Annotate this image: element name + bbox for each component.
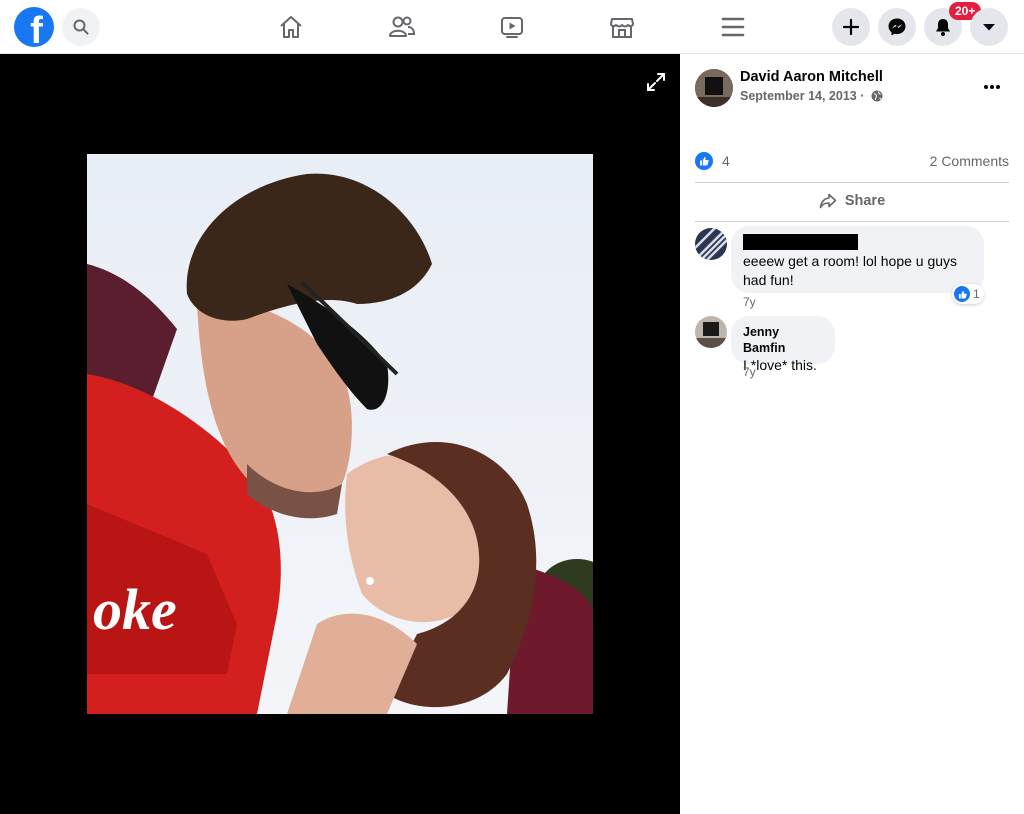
redacted-commenter-name: [743, 234, 858, 250]
like-reaction-icon: [695, 152, 713, 170]
globe-icon: [871, 90, 883, 102]
create-icon: [842, 18, 860, 36]
friends-tab[interactable]: [382, 8, 422, 46]
post-details-panel: David Aaron Mitchell September 14, 2013 …: [680, 54, 1024, 814]
like-reaction-icon: [954, 286, 970, 302]
share-label: Share: [844, 193, 886, 209]
home-icon: [280, 16, 302, 38]
logo-letter: f: [30, 10, 43, 47]
menu-tab[interactable]: [713, 8, 753, 46]
avatar-image: [695, 69, 733, 107]
svg-text:oke: oke: [93, 577, 177, 642]
menu-icon: [721, 17, 745, 37]
watch-tab[interactable]: [492, 8, 532, 46]
search-icon: [73, 19, 89, 35]
messenger-icon: [888, 18, 906, 36]
notifications-icon: [936, 19, 950, 36]
photo-viewer: oke: [0, 54, 680, 814]
account-dropdown-button[interactable]: [970, 8, 1008, 46]
reactions-summary[interactable]: 4: [695, 152, 730, 170]
avatar-image: [695, 316, 727, 348]
comment-bubble: Jenny Bamfin I *love* this.: [731, 316, 835, 373]
comment-text: eeeew get a room! lol hope u guys had fu…: [743, 253, 958, 288]
create-button[interactable]: [832, 8, 870, 46]
divider: [695, 221, 1009, 222]
comment-reaction-count[interactable]: 1: [952, 284, 984, 304]
reaction-count: 4: [722, 153, 730, 169]
facebook-logo[interactable]: f: [14, 7, 54, 47]
comment-timestamp[interactable]: 7y: [743, 365, 756, 379]
post-photo[interactable]: oke: [87, 154, 593, 714]
divider: [695, 182, 1009, 183]
commenter-name[interactable]: Jenny Bamfin: [743, 324, 823, 356]
more-options-icon: [984, 85, 1000, 89]
share-button[interactable]: Share: [695, 188, 1009, 214]
fullscreen-expand-icon[interactable]: [644, 70, 668, 94]
comment-timestamp[interactable]: 7y: [743, 295, 756, 309]
watch-icon: [501, 17, 523, 38]
avatar-image: [695, 228, 727, 260]
post-date-text[interactable]: September 14, 2013 ·: [740, 89, 864, 103]
top-navigation-bar: f 20+: [0, 0, 1024, 54]
share-icon: [819, 193, 837, 209]
more-options-button[interactable]: [978, 74, 1006, 98]
commenter-avatar[interactable]: [695, 228, 727, 260]
account-dropdown-icon: [983, 24, 995, 31]
marketplace-tab[interactable]: [602, 8, 642, 46]
commenter-avatar[interactable]: [695, 316, 727, 348]
author-name[interactable]: David Aaron Mitchell: [740, 69, 883, 85]
friends-icon: [389, 16, 416, 37]
post-date: September 14, 2013 ·: [740, 89, 883, 103]
comment-like-count: 1: [973, 287, 980, 301]
marketplace-icon: [610, 18, 634, 38]
search-button[interactable]: [62, 8, 100, 46]
photo-illustration: oke: [87, 154, 593, 714]
comment-bubble: eeeew get a room! lol hope u guys had fu…: [731, 226, 984, 293]
author-avatar[interactable]: [695, 69, 733, 107]
home-tab[interactable]: [271, 8, 311, 46]
comments-count-link[interactable]: 2 Comments: [930, 153, 1009, 169]
messenger-button[interactable]: [878, 8, 916, 46]
